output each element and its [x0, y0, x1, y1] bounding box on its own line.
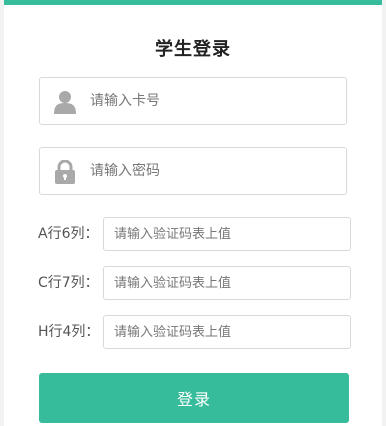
lock-icon	[54, 159, 76, 184]
captcha-row-1: A行6列：	[4, 217, 382, 251]
user-icon	[54, 90, 76, 114]
captcha-input-1[interactable]	[103, 217, 351, 251]
captcha-input-3[interactable]	[103, 315, 351, 349]
captcha-label-1: A行6列：	[38, 226, 99, 242]
captcha-row-3: H行4列：	[4, 315, 382, 349]
card-number-input[interactable]	[90, 78, 330, 124]
login-panel: 学生登录 A行6列： C行7列： H行4列：	[4, 0, 382, 426]
page-title: 学生登录	[155, 39, 231, 60]
password-input[interactable]	[90, 148, 330, 194]
captcha-input-2[interactable]	[103, 266, 351, 300]
login-button[interactable]: 登录	[39, 373, 349, 423]
captcha-row-2: C行7列：	[4, 266, 382, 300]
card-number-field[interactable]	[39, 77, 347, 125]
password-field[interactable]	[39, 147, 347, 195]
captcha-label-3: H行4列：	[38, 324, 100, 340]
captcha-label-2: C行7列：	[38, 275, 99, 291]
